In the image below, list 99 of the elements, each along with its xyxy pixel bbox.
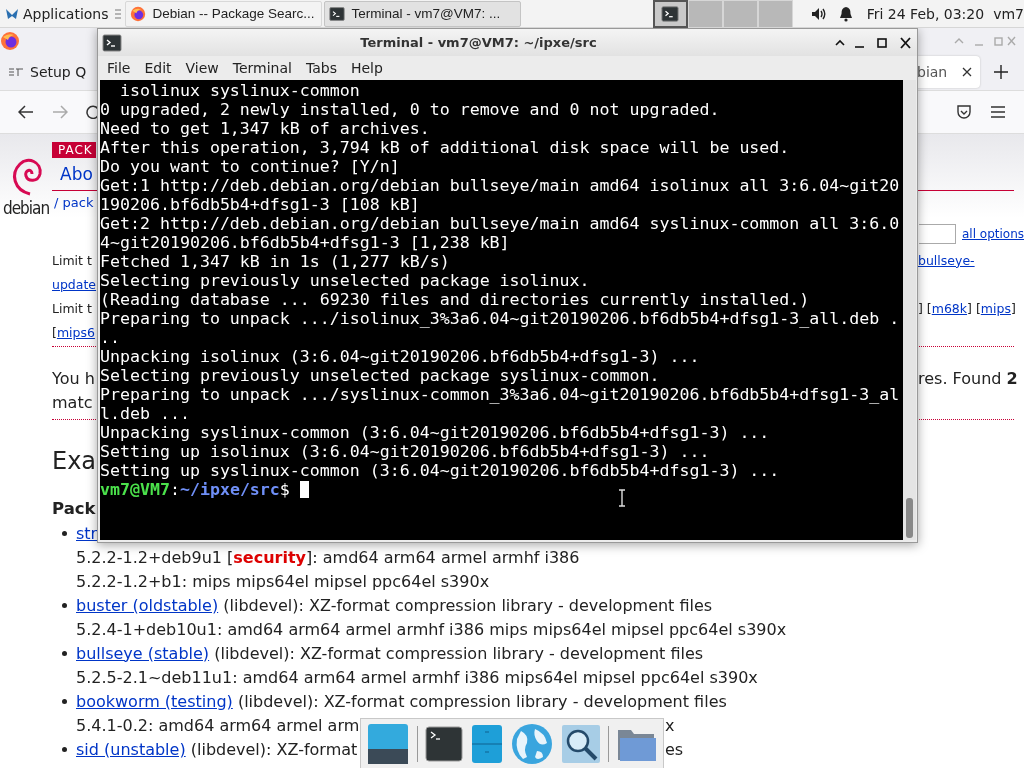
text-cursor-icon — [618, 489, 626, 507]
window-title: Terminal - vm7@VM7: ~/ipxe/src — [359, 35, 598, 50]
terminal-icon — [328, 5, 345, 22]
filter-link[interactable]: m68k — [931, 300, 968, 316]
terminal-line: Need to get 1,347 kB of archives. — [100, 119, 431, 138]
clock[interactable]: Fri 24 Feb, 03:20 — [866, 5, 985, 22]
menu-icon[interactable] — [990, 105, 1006, 119]
filter-text: Limit t — [52, 252, 92, 268]
subsection-heading: Pack — [52, 498, 96, 520]
terminal-line: 190206.bf6db5b4+dfsg1-3 [108 kB] — [100, 195, 421, 214]
terminal-line: Preparing to unpack .../isolinux_3%3a6.04~git20190206.bf6db5b4+dfsg1-3_all.deb . — [100, 309, 901, 328]
breadcrumb[interactable]: / pack — [52, 195, 94, 210]
terminal-line: 4~git20190206.bf6db5b4+dfsg1-3 [1,238 kB] — [100, 233, 511, 252]
intro-text: res. Found 2 — [918, 368, 1018, 388]
suite-link[interactable]: sid (unstable) — [76, 739, 186, 759]
version-line: 5.2.5-2.1~deb11u1: amd64 arm64 armel armhf i386 mips64el mipsel ppc64el s390x — [76, 667, 758, 687]
back-arrow-icon[interactable] — [18, 105, 34, 119]
logo-text[interactable]: debian — [2, 198, 50, 218]
workspace-button[interactable] — [652, 0, 688, 28]
panel-handle-icon — [114, 6, 121, 21]
version-line: 5.2.2-1.2+b1: mips mips64el mipsel ppc64el s390x — [76, 571, 490, 591]
menu-item[interactable]: Edit — [137, 60, 179, 76]
terminal-line: .. — [100, 328, 121, 347]
terminal-line: After this operation, 3,794 kB of additional disk space will be used. — [100, 138, 791, 157]
applications-menu[interactable]: Applications — [0, 0, 111, 27]
close-icon[interactable] — [962, 67, 972, 77]
section-banner: PACK — [52, 142, 96, 158]
nav-tab[interactable]: Abo — [52, 164, 93, 184]
version-line: x — [665, 715, 675, 735]
intro-text: matc — [52, 392, 93, 412]
package-line: buster (oldstable) (libdevel): XZ-format compression library - development files — [76, 595, 713, 615]
menu-item[interactable]: View — [178, 60, 226, 76]
notification-bell-icon[interactable] — [838, 5, 853, 22]
terminal-icon — [661, 4, 680, 23]
terminal-line: Unpacking isolinux (3:6.04~git20190206.bf6db5b4+dfsg1-3) ... — [100, 347, 701, 366]
terminal-line: l.deb ... — [100, 404, 191, 423]
terminal-line: Fetched 1,347 kB in 1s (1,277 kB/s) — [100, 252, 451, 271]
package-line: bullseye (stable) (libdevel): XZ-format compression library - development files — [76, 643, 704, 663]
suite-link[interactable]: bookworm (testing) — [76, 691, 233, 711]
scrollbar[interactable] — [903, 80, 916, 540]
terminal-line: Do you want to continue? [Y/n] — [100, 157, 401, 176]
terminal-line: Get:2 http://deb.debian.org/debian bullseye/main amd64 syslinux-common all 3:6.0 — [100, 214, 901, 233]
filter-link[interactable]: update — [52, 276, 97, 292]
package-line: es — [665, 739, 684, 759]
terminal-icon[interactable] — [425, 726, 464, 762]
suite-link[interactable]: buster (oldstable) — [76, 595, 219, 615]
menu-item[interactable]: Terminal — [225, 60, 299, 76]
terminal-line: 0 upgraded, 2 newly installed, 0 to remove and 0 not upgraded. — [100, 100, 721, 119]
terminal-line: Preparing to unpack .../syslinux-common_3%3a6.04~git20190206.bf6db5b4+dfsg1-3_al — [100, 385, 901, 404]
terminal-line: (Reading database ... 69230 files and directories currently installed.) — [100, 290, 811, 309]
task-button[interactable]: Debian -- Package Searc... — [124, 0, 322, 27]
menu-item[interactable]: Tabs — [298, 60, 344, 76]
menu-item[interactable]: File — [100, 60, 138, 76]
firefox-icon — [129, 5, 146, 22]
firefox-icon — [0, 31, 20, 51]
filter-text: ] [ — [967, 300, 981, 316]
reload-icon[interactable] — [86, 105, 100, 119]
bullet-icon — [62, 650, 67, 656]
terminal-line: Unpacking syslinux-common (3:6.04~git20190206.bf6db5b4+dfsg1-3) ... — [100, 423, 771, 442]
terminal-icon — [102, 32, 122, 53]
bullet-icon — [62, 602, 67, 608]
filter-link[interactable]: bullseye- — [918, 252, 975, 268]
version-line: 5.4.1-0.2: amd64 arm64 armel arm — [76, 715, 361, 735]
suite-link[interactable]: str — [76, 523, 98, 543]
filter-text: ] [ — [918, 300, 932, 316]
show-desktop-icon[interactable] — [366, 723, 409, 765]
section-heading: Exa — [52, 446, 97, 477]
version-line: 5.2.4-1+deb10u1: amd64 arm64 armel armhf i386 mips mips64el mipsel ppc64el s390x — [76, 619, 787, 639]
bullet-icon — [62, 530, 67, 536]
intro-text: You h — [52, 368, 95, 388]
user-name[interactable]: vm7 — [993, 5, 1024, 22]
cabinet-icon[interactable] — [471, 724, 504, 764]
suite-link[interactable]: bullseye (stable) — [76, 643, 210, 663]
filter-link[interactable]: mips — [980, 300, 1011, 316]
terminal-line: Selecting previously unselected package syslinux-common. — [100, 366, 661, 385]
task-button[interactable]: Terminal - vm7@VM7: ... — [323, 0, 521, 27]
window-controls-icon[interactable] — [835, 36, 911, 49]
terminal-line: Selecting previously unselected package isolinux. — [100, 271, 591, 290]
terminal-line: isolinux syslinux-common — [118, 81, 361, 100]
bullet-icon — [62, 746, 67, 752]
terminal-line: Setting up isolinux (3:6.04~git20190206.bf6db5b4+dfsg1-3) ... — [100, 442, 711, 461]
terminal-line: Setting up syslinux-common (3:6.04~git20190206.bf6db5b4+dfsg1-3) ... — [100, 461, 781, 480]
all-options-link[interactable]: all options — [962, 227, 1024, 241]
terminal-line: Get:1 http://deb.debian.org/debian bullseye/main amd64 isolinux all 3:6.04~git20 — [100, 176, 901, 195]
search-field[interactable] — [919, 224, 956, 244]
filter-text: [ — [52, 324, 57, 340]
new-tab-icon[interactable] — [994, 65, 1008, 79]
search-icon[interactable] — [560, 724, 601, 764]
package-line: bookworm (testing) (libdevel): XZ-format compression library - development files — [76, 691, 727, 711]
favicon-icon — [8, 67, 24, 77]
filter-link[interactable]: mips6 — [56, 324, 95, 340]
browser-tab[interactable]: Setup Q — [0, 56, 96, 88]
terminal-prompt: vm7@VM7:~/ipxe/src$ — [100, 480, 903, 499]
filter-text: ] — [1010, 300, 1016, 316]
filter-text: Limit t — [52, 300, 92, 316]
version-line: 5.2.2-1.2+deb9u1 [security]: amd64 arm64 armel armhf i386 — [76, 547, 580, 567]
menu-item[interactable]: Help — [343, 60, 390, 76]
pocket-icon[interactable] — [956, 104, 972, 120]
bullet-icon — [62, 698, 67, 704]
